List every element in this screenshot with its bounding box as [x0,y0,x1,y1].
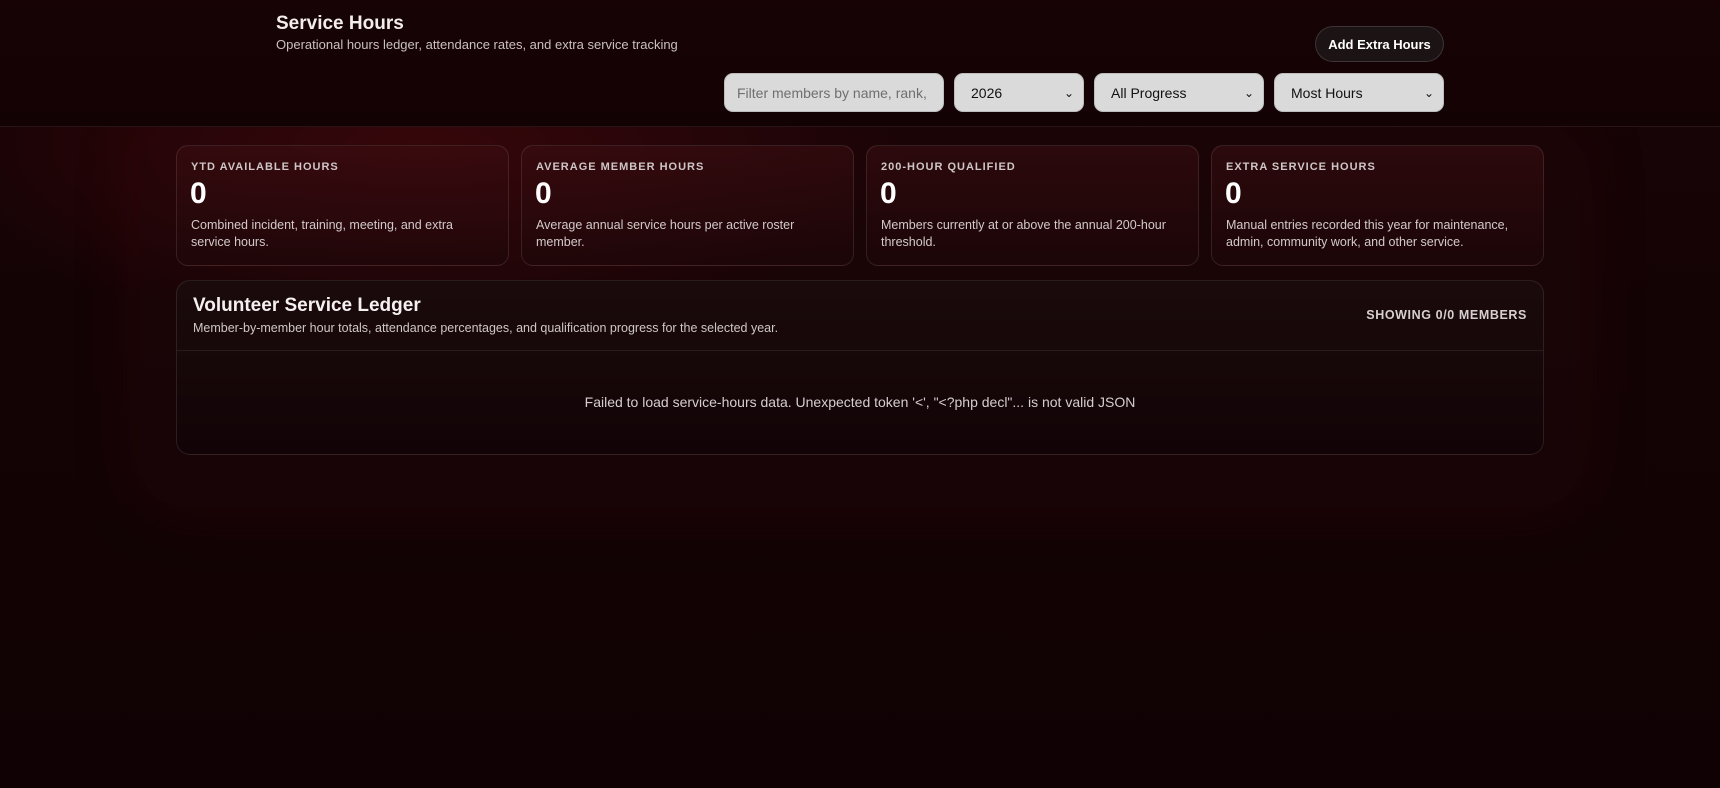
chevron-down-icon: ⌄ [1243,86,1254,100]
chevron-down-icon: ⌄ [1423,86,1434,100]
stat-value: 0 [535,177,552,210]
add-extra-hours-button[interactable]: Add Extra Hours [1315,26,1444,62]
stat-value: 0 [1225,177,1242,210]
stat-label: AVERAGE MEMBER HOURS [536,161,705,173]
stat-label: EXTRA SERVICE HOURS [1226,161,1376,173]
stat-card-200-hour-qualified: 200-HOUR QUALIFIED 0 Members currently a… [866,145,1199,266]
sort-select[interactable]: Most Hours ⌄ [1274,73,1444,112]
ledger-header: Volunteer Service Ledger Member-by-membe… [177,281,1543,351]
page-subtitle: Operational hours ledger, attendance rat… [276,37,678,52]
year-select[interactable]: 2026 ⌄ [954,73,1084,112]
stat-label: 200-HOUR QUALIFIED [881,161,1016,173]
stat-description: Manual entries recorded this year for ma… [1226,218,1509,249]
member-count-label: SHOWING 0/0 MEMBERS [1366,308,1527,322]
progress-select-value: All Progress [1111,85,1187,101]
page-title: Service Hours [276,13,404,34]
volunteer-service-ledger: Volunteer Service Ledger Member-by-membe… [176,280,1544,455]
member-filter-input[interactable] [724,73,944,112]
progress-select[interactable]: All Progress ⌄ [1094,73,1264,112]
stat-label: YTD AVAILABLE HOURS [191,161,339,173]
stat-description: Average annual service hours per active … [536,218,795,249]
stat-description: Combined incident, training, meeting, an… [191,218,453,249]
chevron-down-icon: ⌄ [1063,86,1074,100]
stat-value: 0 [880,177,897,210]
sort-select-value: Most Hours [1291,85,1363,101]
stat-description: Members currently at or above the annual… [881,218,1166,249]
ledger-error-message: Failed to load service-hours data. Unexp… [584,394,1136,410]
stat-card-ytd-available-hours: YTD AVAILABLE HOURS 0 Combined incident,… [176,145,509,266]
stat-value: 0 [190,177,207,210]
stat-card-extra-service-hours: EXTRA SERVICE HOURS 0 Manual entries rec… [1211,145,1544,266]
ledger-title: Volunteer Service Ledger [193,295,421,316]
stat-card-average-member-hours: AVERAGE MEMBER HOURS 0 Average annual se… [521,145,854,266]
ledger-subtitle: Member-by-member hour totals, attendance… [193,321,779,335]
year-select-value: 2026 [971,85,1003,101]
top-bar: Service Hours Operational hours ledger, … [0,0,1720,127]
